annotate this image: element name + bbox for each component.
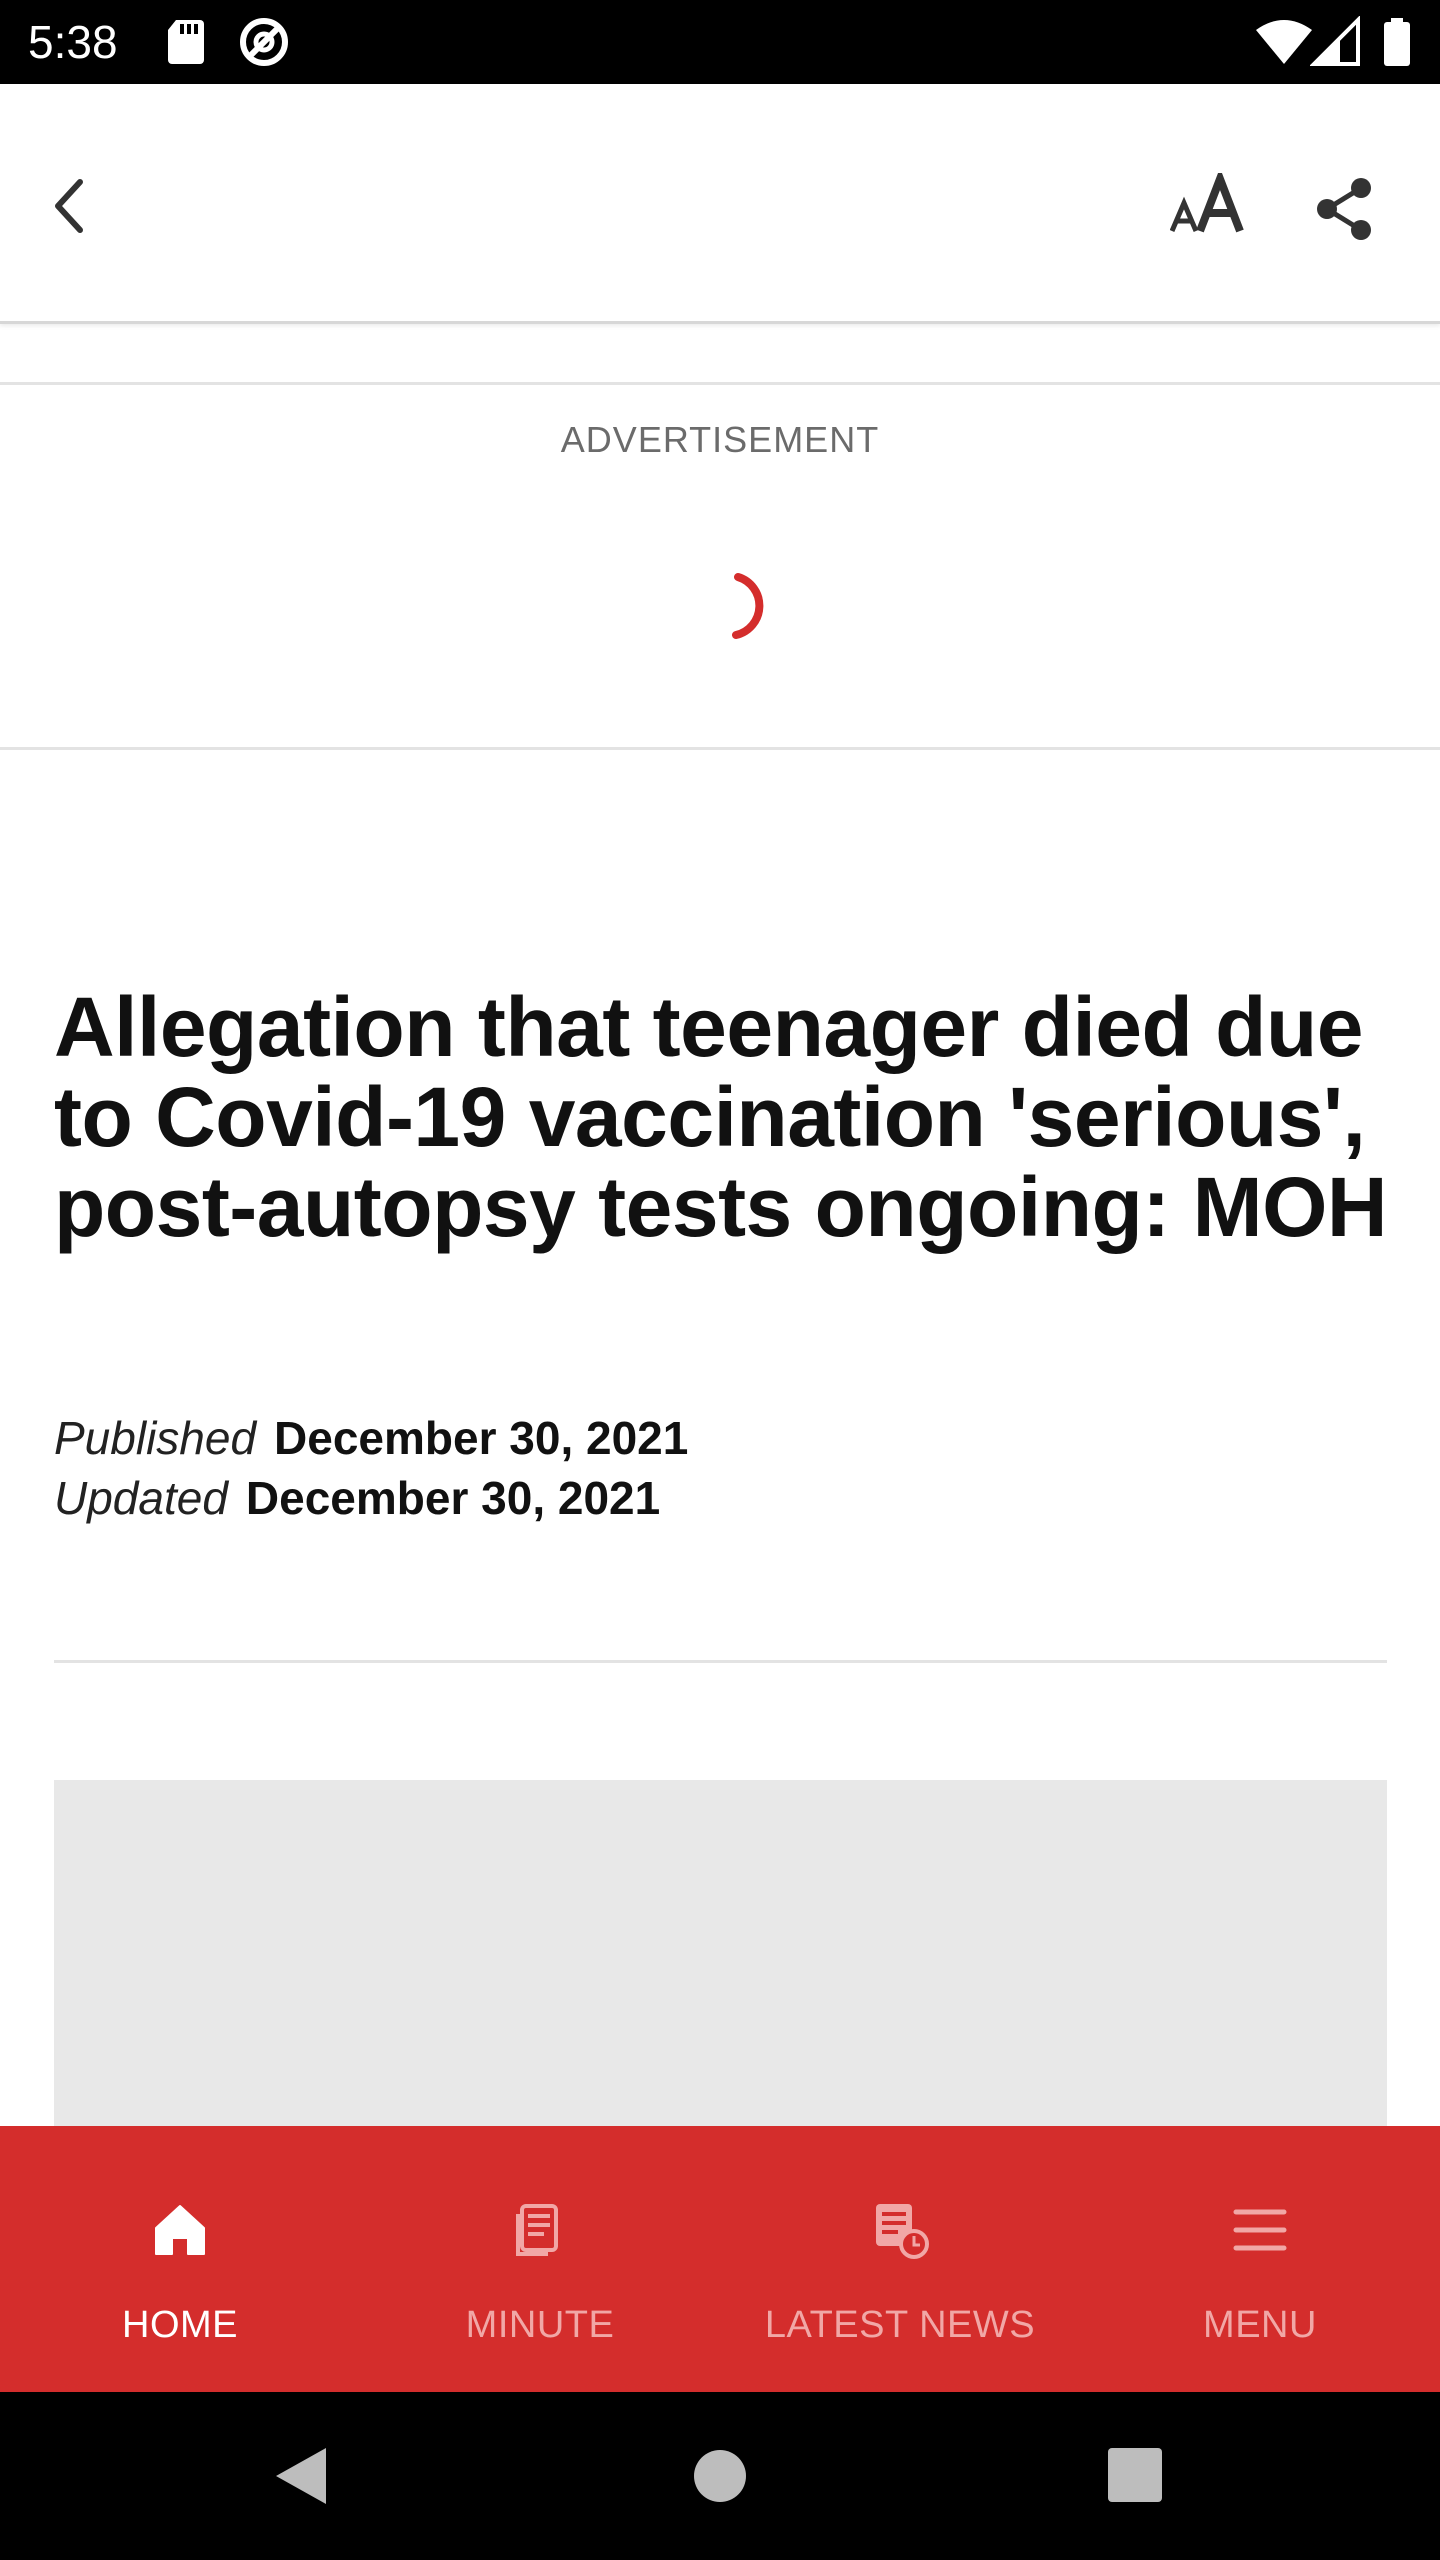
app-toolbar	[0, 84, 1440, 324]
nav-latest-news-label: LATEST NEWS	[764, 2304, 1036, 2346]
nav-minute[interactable]: MINUTE	[360, 2126, 720, 2392]
battery-icon	[1384, 18, 1410, 66]
back-arrow-icon	[55, 179, 83, 233]
share-button[interactable]	[1300, 164, 1390, 254]
sd-card-icon	[168, 20, 204, 64]
system-nav-bar	[0, 2392, 1440, 2560]
minute-icon	[516, 2204, 558, 2256]
advertisement-block[interactable]: ADVERTISEMENT	[0, 382, 1440, 750]
updated-label: Updated	[54, 1472, 228, 1524]
cell-signal-icon	[1310, 16, 1360, 66]
article-image-placeholder[interactable]	[54, 1780, 1387, 2126]
nav-minute-label: MINUTE	[465, 2304, 615, 2346]
home-icon	[155, 2205, 205, 2255]
latest-news-icon	[876, 2204, 929, 2259]
back-button[interactable]	[30, 166, 110, 246]
nav-menu[interactable]: MENU	[1080, 2126, 1440, 2392]
system-back-icon[interactable]	[262, 2436, 342, 2516]
system-home-icon[interactable]	[680, 2436, 760, 2516]
published-label: Published	[54, 1412, 257, 1464]
nav-latest-news[interactable]: LATEST NEWS	[720, 2126, 1080, 2392]
text-size-icon	[1170, 173, 1244, 233]
status-time: 5:38	[28, 16, 118, 68]
menu-icon	[1233, 2209, 1287, 2251]
advertisement-label: ADVERTISEMENT	[560, 419, 880, 460]
wifi-icon	[1256, 20, 1312, 64]
updated-date: December 30, 2021	[245, 1472, 661, 1524]
article-headline: Allegation that teenager died due to Cov…	[54, 980, 1388, 1254]
status-bar: 5:38	[0, 0, 1440, 84]
share-icon	[1317, 178, 1371, 240]
bottom-nav: HOME MINUTE LATEST NEWS MENU	[0, 2126, 1440, 2392]
at-sign-icon	[240, 18, 288, 66]
article-divider	[54, 1660, 1387, 1663]
nav-menu-label: MENU	[1203, 2304, 1317, 2346]
nav-home-label: HOME	[122, 2304, 238, 2346]
published-line: Published December 30, 2021	[54, 1408, 688, 1468]
text-size-button[interactable]	[1160, 160, 1260, 250]
nav-home[interactable]: HOME	[0, 2126, 360, 2392]
loading-spinner-icon	[732, 573, 764, 639]
updated-line: Updated December 30, 2021	[54, 1468, 660, 1528]
published-date: December 30, 2021	[274, 1412, 689, 1464]
system-recents-icon[interactable]	[1096, 2436, 1176, 2516]
